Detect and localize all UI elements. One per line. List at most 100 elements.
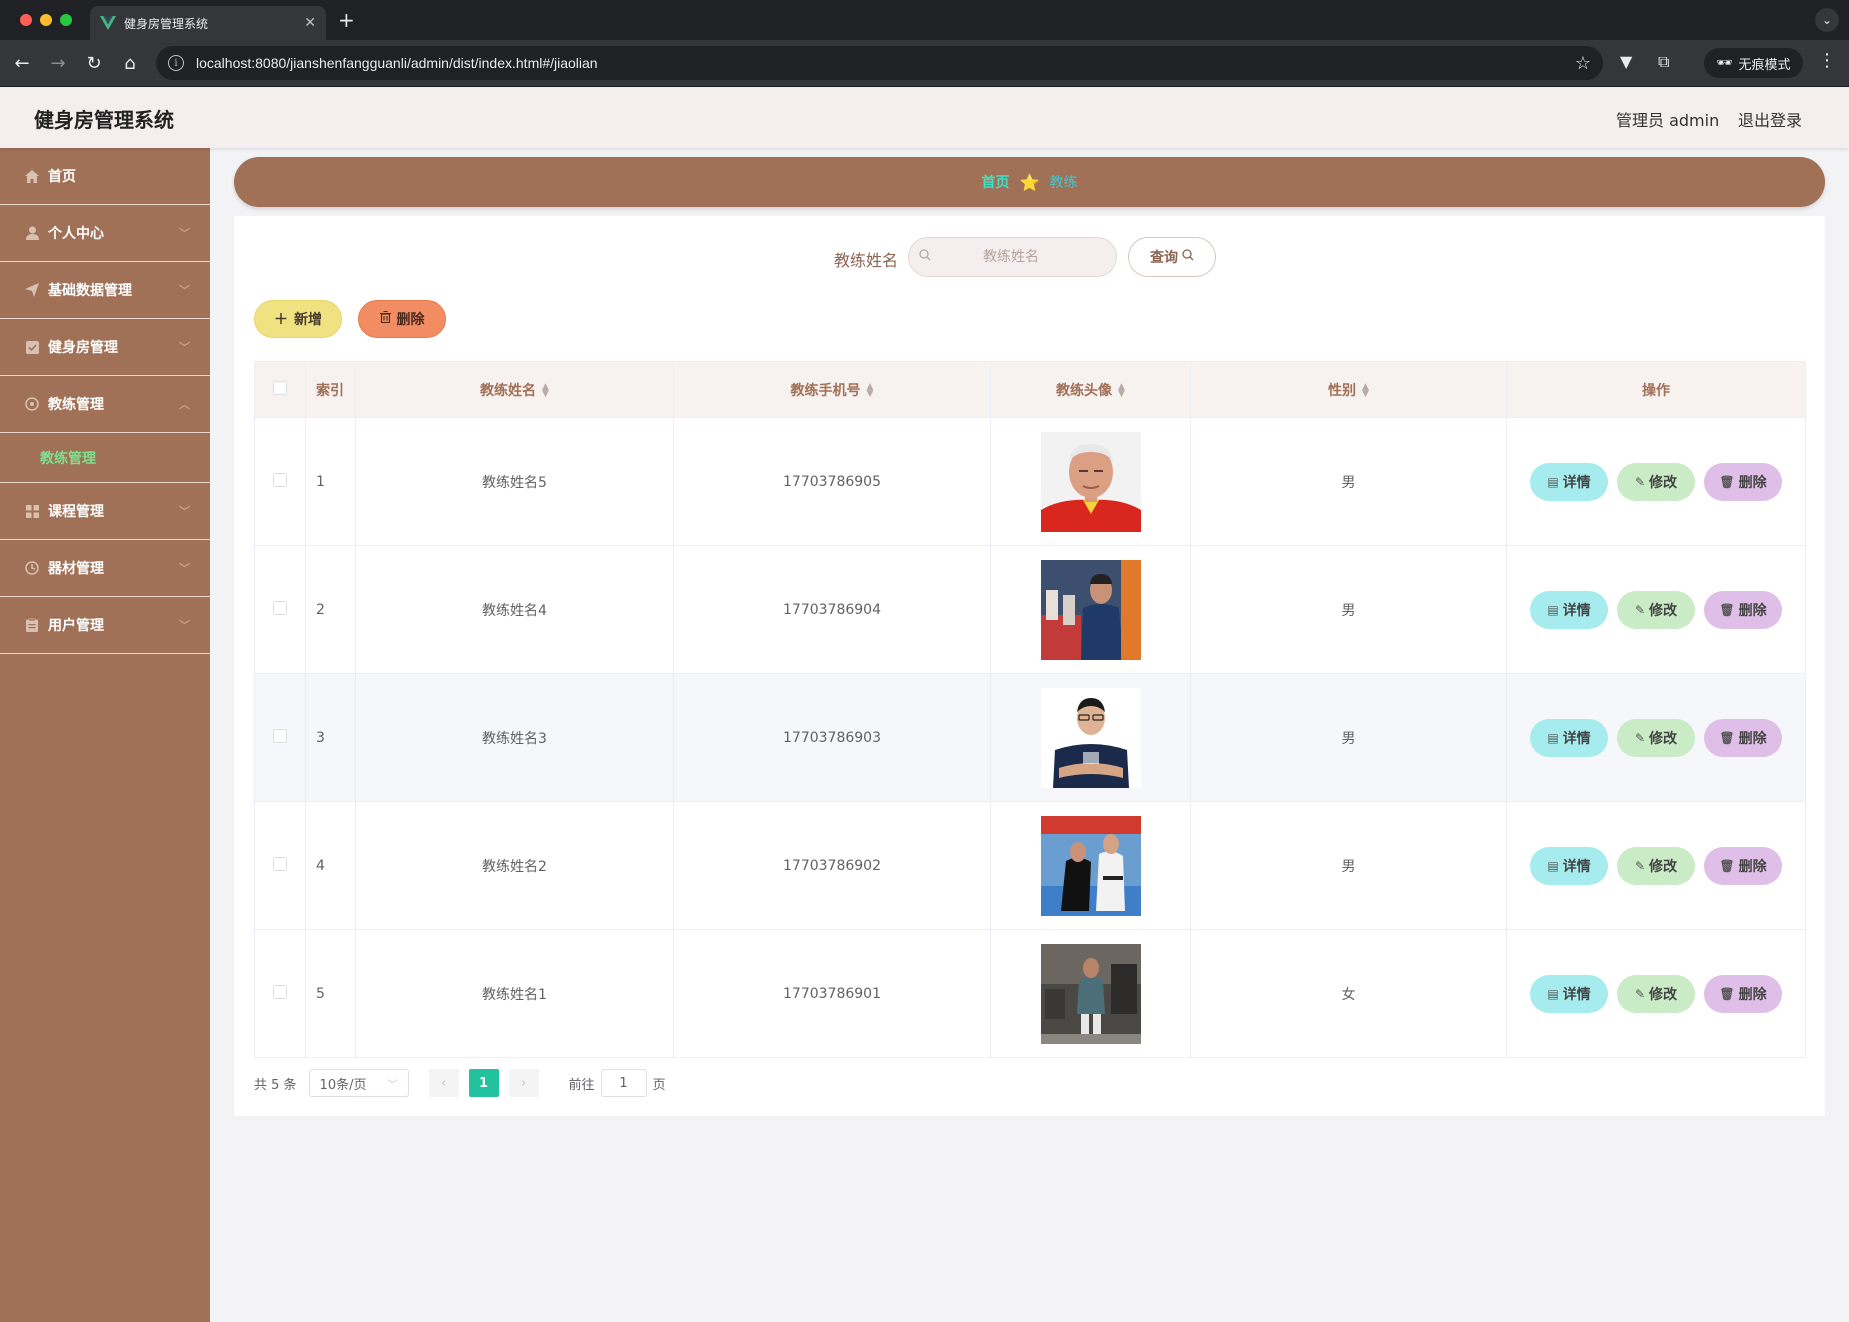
goto-page-input[interactable] bbox=[600, 1069, 647, 1097]
sidebar-item-user[interactable]: 用户管理 ﹀ bbox=[0, 597, 210, 654]
trash-icon: 🗑 bbox=[1719, 858, 1735, 873]
table-row: 2 教练姓名4 17703786904 男 ▤ 详情 ✎ 修改 🗑 删除 bbox=[254, 545, 1806, 674]
column-header-label: 性别 bbox=[1328, 382, 1357, 399]
sort-icon[interactable]: ▲ ▼ bbox=[542, 382, 549, 398]
sort-icon[interactable]: ▲ ▼ bbox=[867, 382, 874, 398]
detail-button[interactable]: ▤ 详情 bbox=[1530, 590, 1608, 629]
detail-label: 详情 bbox=[1562, 602, 1591, 619]
detail-button[interactable]: ▤ 详情 bbox=[1530, 462, 1608, 501]
trash-icon: 🗑 bbox=[1719, 730, 1735, 745]
close-window-button[interactable] bbox=[20, 14, 32, 26]
batch-delete-button[interactable]: 删除 bbox=[358, 300, 446, 338]
edit-button[interactable]: ✎ 修改 bbox=[1617, 590, 1695, 629]
vue-devtools-icon[interactable]: ▼ bbox=[1620, 52, 1632, 71]
select-all-checkbox[interactable] bbox=[273, 380, 287, 395]
add-button-label: 新增 bbox=[294, 312, 322, 328]
coach-avatar-image[interactable] bbox=[1040, 431, 1141, 532]
back-arrow-icon[interactable]: ← bbox=[10, 51, 34, 75]
incognito-indicator[interactable]: 🕶 无痕模式 bbox=[1704, 48, 1803, 78]
sidebar-item-label: 用户管理 bbox=[48, 618, 104, 634]
row-checkbox[interactable] bbox=[273, 856, 287, 871]
row-checkbox[interactable] bbox=[273, 472, 287, 487]
coach-avatar-image[interactable] bbox=[1040, 815, 1141, 916]
system-title: 健身房管理系统 bbox=[34, 108, 174, 132]
coach-avatar-image[interactable] bbox=[1040, 687, 1141, 788]
browser-tab[interactable]: 健身房管理系统 ✕ bbox=[90, 6, 326, 40]
clock-icon bbox=[24, 560, 40, 576]
edit-label: 修改 bbox=[1649, 858, 1678, 875]
row-checkbox[interactable] bbox=[273, 728, 287, 743]
chevron-down-icon: ﹀ bbox=[179, 284, 190, 297]
next-page-button[interactable]: › bbox=[508, 1069, 539, 1097]
row-checkbox[interactable] bbox=[273, 984, 287, 999]
search-input-wrapper[interactable] bbox=[908, 237, 1117, 277]
maximize-window-button[interactable] bbox=[60, 14, 72, 26]
row-ops-cell: ▤ 详情 ✎ 修改 🗑 删除 bbox=[1506, 929, 1806, 1058]
checkbox-icon bbox=[24, 339, 40, 355]
edit-button[interactable]: ✎ 修改 bbox=[1617, 974, 1695, 1013]
delete-button[interactable]: 🗑 删除 bbox=[1704, 974, 1782, 1013]
url-text[interactable]: localhost:8080/jianshenfangguanli/admin/… bbox=[196, 55, 1575, 71]
prev-page-button[interactable]: ‹ bbox=[428, 1069, 459, 1097]
row-index: 1 bbox=[305, 417, 356, 546]
detail-button[interactable]: ▤ 详情 bbox=[1530, 718, 1608, 757]
sidebar-item-home[interactable]: 首页 bbox=[0, 148, 210, 205]
page-size-select[interactable]: 10条/页 ﹀ bbox=[308, 1069, 409, 1097]
column-header-name[interactable]: 教练姓名 ▲ ▼ bbox=[355, 361, 674, 418]
detail-button[interactable]: ▤ 详情 bbox=[1530, 846, 1608, 885]
sidebar-item-base-data[interactable]: 基础数据管理 ﹀ bbox=[0, 262, 210, 319]
site-info-icon[interactable]: i bbox=[168, 55, 184, 71]
coach-avatar-cell bbox=[990, 417, 1191, 546]
coach-avatar-image[interactable] bbox=[1040, 943, 1141, 1044]
new-tab-icon[interactable]: + bbox=[338, 8, 355, 32]
column-header-phone[interactable]: 教练手机号 ▲ ▼ bbox=[673, 361, 991, 418]
row-ops-cell: ▤ 详情 ✎ 修改 🗑 删除 bbox=[1506, 801, 1806, 930]
sidebar-item-coach[interactable]: 教练管理 ︿ bbox=[0, 376, 210, 433]
sort-icon[interactable]: ▲ ▼ bbox=[1118, 382, 1125, 398]
row-ops-cell: ▤ 详情 ✎ 修改 🗑 删除 bbox=[1506, 545, 1806, 674]
address-bar[interactable]: i localhost:8080/jianshenfangguanli/admi… bbox=[156, 46, 1603, 80]
sidebar-item-personal-center[interactable]: 个人中心 ﹀ bbox=[0, 205, 210, 262]
delete-button[interactable]: 🗑 删除 bbox=[1704, 718, 1782, 757]
search-input[interactable] bbox=[931, 249, 1091, 265]
coach-gender: 男 bbox=[1190, 673, 1507, 802]
delete-button[interactable]: 🗑 删除 bbox=[1704, 846, 1782, 885]
forward-arrow-icon[interactable]: → bbox=[46, 51, 70, 75]
row-checkbox[interactable] bbox=[273, 600, 287, 615]
add-button[interactable]: ＋ 新增 bbox=[254, 300, 342, 338]
delete-button[interactable]: 🗑 删除 bbox=[1704, 590, 1782, 629]
bookmark-star-icon[interactable]: ☆ bbox=[1575, 53, 1591, 74]
detail-button[interactable]: ▤ 详情 bbox=[1530, 974, 1608, 1013]
tab-close-icon[interactable]: ✕ bbox=[304, 15, 316, 31]
edit-button[interactable]: ✎ 修改 bbox=[1617, 718, 1695, 757]
query-button[interactable]: 查询 bbox=[1128, 237, 1216, 277]
edit-button[interactable]: ✎ 修改 bbox=[1617, 846, 1695, 885]
reload-icon[interactable]: ↻ bbox=[82, 51, 106, 75]
home-icon[interactable]: ⌂ bbox=[118, 51, 142, 75]
column-header-index: 索引 bbox=[305, 361, 356, 418]
trash-icon: 🗑 bbox=[1719, 474, 1735, 489]
coach-table: 索引 教练姓名 ▲ ▼ 教练手机号 ▲ ▼ 教练头像 ▲ ▼ 性别 ▲ ▼ 操作 1 教练姓名5… bbox=[254, 361, 1806, 1058]
page-number-current[interactable]: 1 bbox=[468, 1069, 499, 1097]
minimize-window-button[interactable] bbox=[40, 14, 52, 26]
edit-label: 修改 bbox=[1649, 474, 1678, 491]
sidebar-item-label: 首页 bbox=[48, 169, 76, 185]
settings-icon bbox=[24, 396, 40, 412]
breadcrumb-home[interactable]: 首页 bbox=[982, 172, 1010, 192]
tab-search-icon[interactable]: ⌄ bbox=[1815, 8, 1839, 32]
column-header-avatar[interactable]: 教练头像 ▲ ▼ bbox=[990, 361, 1191, 418]
sidebar-item-equipment[interactable]: 器材管理 ﹀ bbox=[0, 540, 210, 597]
delete-button[interactable]: 🗑 删除 bbox=[1704, 462, 1782, 501]
extensions-icon[interactable]: ⧉ bbox=[1658, 52, 1669, 72]
chevron-down-icon: ﹀ bbox=[179, 341, 190, 354]
sort-icon[interactable]: ▲ ▼ bbox=[1362, 382, 1369, 398]
column-header-gender[interactable]: 性别 ▲ ▼ bbox=[1190, 361, 1507, 418]
sidebar-item-gym[interactable]: 健身房管理 ﹀ bbox=[0, 319, 210, 376]
edit-button[interactable]: ✎ 修改 bbox=[1617, 462, 1695, 501]
sidebar-subitem-coach-management[interactable]: 教练管理 bbox=[0, 433, 210, 483]
edit-label: 修改 bbox=[1649, 986, 1678, 1003]
sidebar-item-course[interactable]: 课程管理 ﹀ bbox=[0, 483, 210, 540]
logout-link[interactable]: 退出登录 bbox=[1738, 107, 1802, 131]
coach-avatar-image[interactable] bbox=[1040, 559, 1141, 660]
more-menu-icon[interactable]: ⋮ bbox=[1818, 50, 1836, 71]
